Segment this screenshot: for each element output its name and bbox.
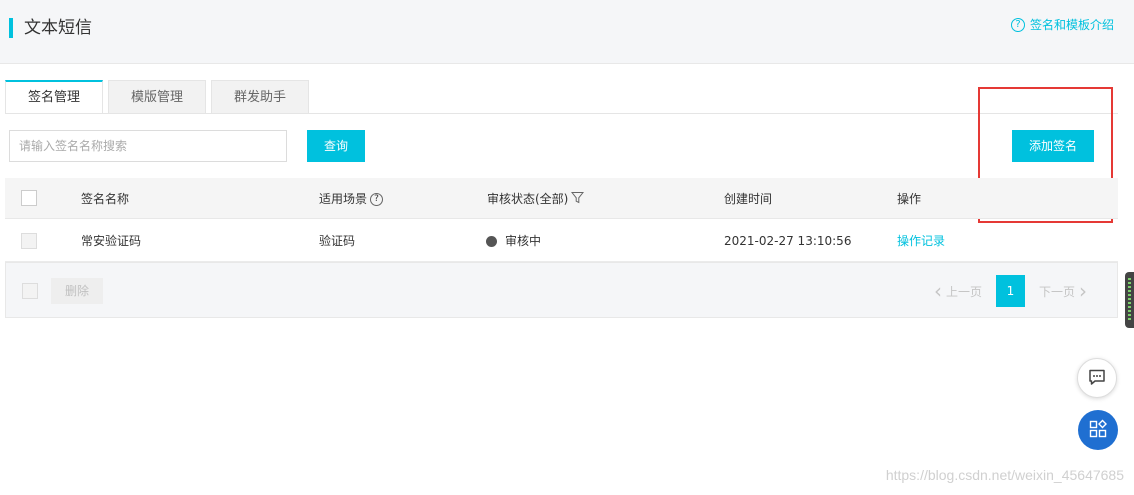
column-header-scene-label: 适用场景 (319, 192, 368, 206)
question-circle-icon[interactable]: ? (370, 193, 384, 206)
title-accent-bar (9, 18, 13, 38)
column-header-name: 签名名称 (81, 192, 130, 206)
prev-page-label: 上一页 (945, 284, 982, 299)
cell-scene: 验证码 (319, 234, 356, 248)
operation-log-link[interactable]: 操作记录 (897, 232, 945, 250)
footer-select-all-checkbox[interactable] (22, 283, 38, 299)
add-signature-button[interactable]: 添加签名 (1012, 130, 1094, 162)
cell-status: 审核中 (486, 232, 541, 250)
table-footer: 删除 ‹ 上一页 1 下一页 › (5, 262, 1118, 318)
next-page-button[interactable]: 下一页 › (1029, 275, 1101, 307)
search-input[interactable] (9, 130, 287, 162)
side-scroll-handle[interactable] (1125, 272, 1134, 328)
cell-status-label: 审核中 (505, 234, 542, 248)
column-header-scene: 适用场景? (319, 190, 384, 208)
tab-divider (5, 113, 1118, 114)
prev-page-button[interactable]: ‹ 上一页 (920, 275, 992, 307)
page-title: 文本短信 (24, 18, 92, 38)
table-header: 签名名称 适用场景? 审核状态(全部) 创建时间 操作 (5, 178, 1118, 219)
watermark-text: https://blog.csdn.net/weixin_45647685 (885, 467, 1124, 483)
query-button[interactable]: 查询 (307, 130, 365, 162)
help-circle-icon: ? (1010, 18, 1025, 32)
filter-icon[interactable] (571, 191, 585, 209)
help-link[interactable]: ? 签名和模板介绍 (1010, 16, 1114, 34)
chat-float-button[interactable] (1077, 358, 1117, 398)
status-dot-icon (486, 236, 497, 247)
column-header-status: 审核状态(全部) (487, 190, 585, 209)
page-header: 文本短信 ? 签名和模板介绍 (0, 0, 1134, 64)
pagination: ‹ 上一页 1 下一页 › (920, 275, 1101, 307)
page: 文本短信 ? 签名和模板介绍 签名管理 模版管理 群发助手 查询 添加签名 签名… (0, 0, 1134, 495)
cell-created-time: 2021-02-27 13:10:56 (724, 234, 852, 248)
cell-signature-name: 常安验证码 (81, 234, 142, 248)
chevron-right-icon: › (1079, 279, 1087, 303)
apps-float-button[interactable] (1078, 410, 1118, 450)
current-page-button[interactable]: 1 (995, 275, 1025, 307)
tab-bar: 签名管理 模版管理 群发助手 (5, 80, 314, 114)
next-page-label: 下一页 (1038, 284, 1075, 299)
delete-button[interactable]: 删除 (51, 278, 103, 304)
help-link-label: 签名和模板介绍 (1029, 18, 1114, 32)
tab-template-management[interactable]: 模版管理 (108, 80, 206, 113)
table-row: 常安验证码 验证码 审核中 2021-02-27 13:10:56 操作记录 (5, 220, 1118, 262)
tab-bulk-send-assistant[interactable]: 群发助手 (211, 80, 309, 113)
message-icon (1087, 367, 1107, 390)
chevron-left-icon: ‹ (933, 279, 942, 303)
apps-grid-icon (1088, 419, 1108, 442)
column-header-operations: 操作 (897, 192, 922, 206)
tab-signature-management[interactable]: 签名管理 (5, 80, 103, 114)
column-header-created: 创建时间 (724, 192, 773, 206)
row-checkbox[interactable] (21, 233, 37, 249)
select-all-checkbox[interactable] (21, 190, 37, 206)
column-header-status-label: 审核状态(全部) (487, 192, 569, 206)
